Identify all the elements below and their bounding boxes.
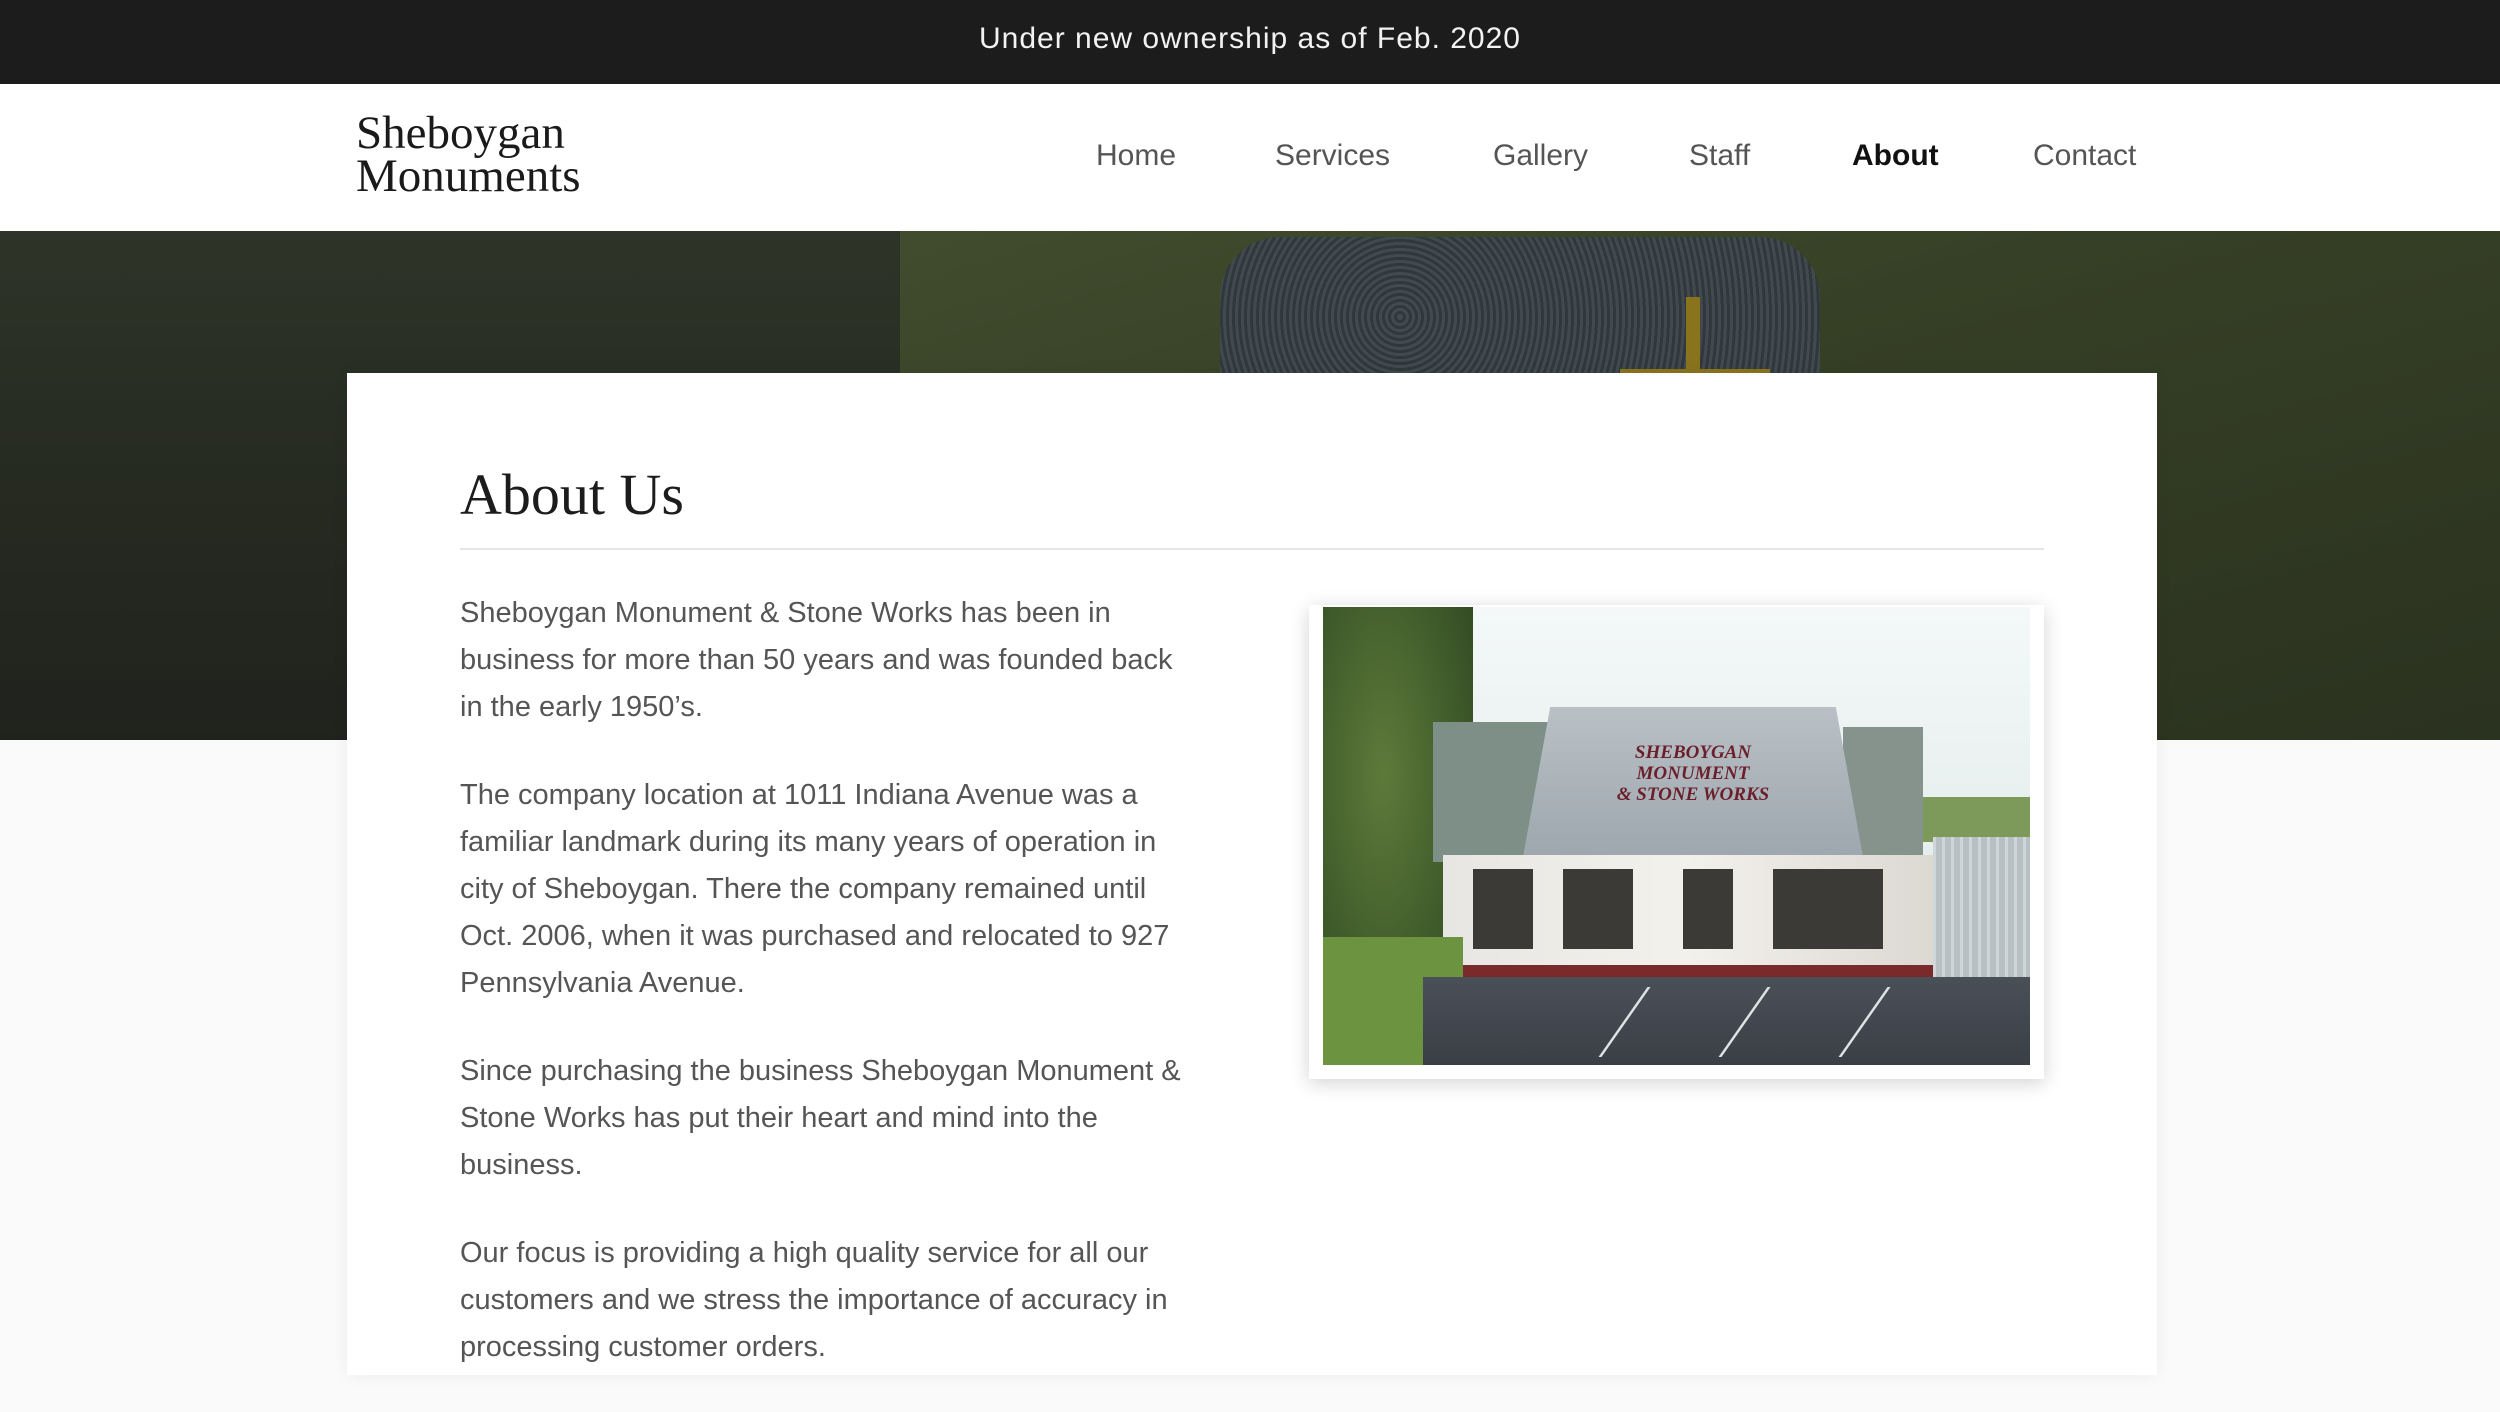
nav-item-contact[interactable]: Contact [2033, 139, 2136, 173]
title-divider [460, 548, 2044, 550]
announcement-bar: Under new ownership as of Feb. 2020 [0, 0, 2500, 84]
nav-item-home[interactable]: Home [1096, 139, 1176, 173]
page-title: About Us [460, 462, 684, 527]
nav-item-services[interactable]: Services [1275, 139, 1390, 173]
announcement-text: Under new ownership as of Feb. 2020 [979, 22, 1521, 55]
paragraph-focus: Our focus is providing a high quality se… [460, 1237, 1168, 1363]
paragraph-location: The company location at 1011 Indiana Ave… [460, 779, 1170, 999]
main-nav: Home Services Gallery Staff About Contac… [0, 84, 2500, 231]
about-text: Sheboygan Monument & Stone Works has bee… [460, 590, 1200, 1412]
nav-item-staff[interactable]: Staff [1689, 139, 1750, 173]
storefront-sign: SHEBOYGAN MONUMENT & STONE WORKS [1616, 742, 1770, 805]
nav-item-gallery[interactable]: Gallery [1493, 139, 1588, 173]
site-header: Sheboygan Monuments Home Services Galler… [0, 84, 2500, 231]
storefront-photo-frame: SHEBOYGAN MONUMENT & STONE WORKS [1309, 605, 2044, 1079]
storefront-photo: SHEBOYGAN MONUMENT & STONE WORKS [1323, 607, 2030, 1065]
content-card: About Us Sheboygan Monument & Stone Work… [347, 373, 2157, 1375]
paragraph-history: Sheboygan Monument & Stone Works has bee… [460, 597, 1173, 723]
paragraph-ownership: Since purchasing the business Sheboygan … [460, 1055, 1181, 1181]
nav-item-about[interactable]: About [1852, 139, 1939, 173]
